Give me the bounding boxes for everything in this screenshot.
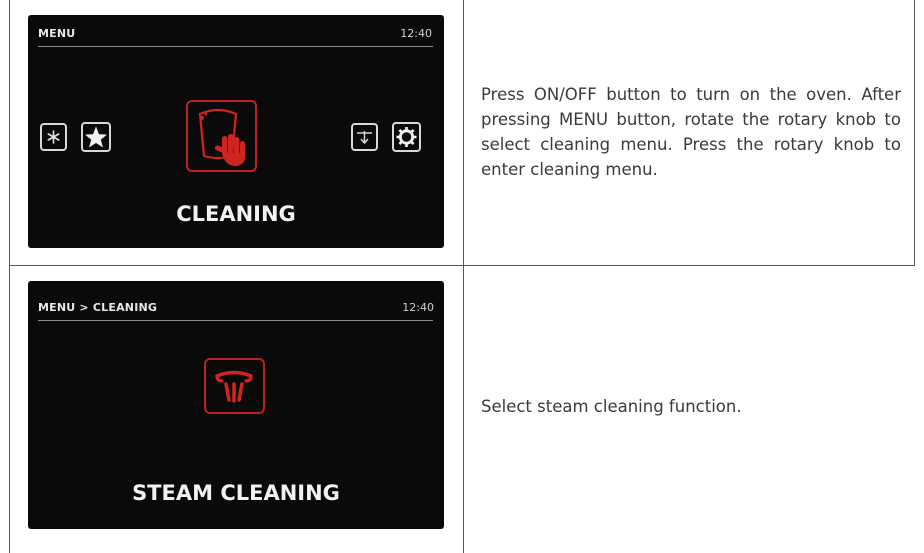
screen-header-rule xyxy=(38,46,433,47)
defrost-icon xyxy=(351,123,378,151)
screen-clock: 12:40 xyxy=(400,27,432,40)
table-border-left xyxy=(9,0,10,553)
step-description: Select steam cleaning function. xyxy=(481,397,742,416)
step-description: Press ON/OFF button to turn on the oven.… xyxy=(481,85,901,179)
screen-breadcrumb: MENU > CLEANING xyxy=(38,301,158,314)
oven-screen-menu: MENU 12:40 CLEANING xyxy=(28,15,444,248)
screen-clock: 12:40 xyxy=(402,301,434,314)
screen-breadcrumb: MENU xyxy=(38,27,76,40)
star-icon xyxy=(81,122,111,152)
screen-function-label: CLEANING xyxy=(176,202,296,226)
screen-header-rule xyxy=(38,320,433,321)
instruction-table: MENU 12:40 CLEANING Press ON/OFF button … xyxy=(0,0,924,553)
table-row-divider xyxy=(9,265,915,266)
oven-screen-cleaning: MENU > CLEANING 12:40 STEAM CLEANING xyxy=(28,281,444,529)
screen-function-label: STEAM CLEANING xyxy=(132,481,340,505)
table-border-right xyxy=(914,0,915,266)
table-border-middle xyxy=(463,0,464,553)
snowflake-icon xyxy=(40,123,67,151)
gear-icon xyxy=(392,122,421,152)
steam-cleaning-icon xyxy=(204,358,265,414)
hand-cleaning-icon xyxy=(186,100,257,172)
